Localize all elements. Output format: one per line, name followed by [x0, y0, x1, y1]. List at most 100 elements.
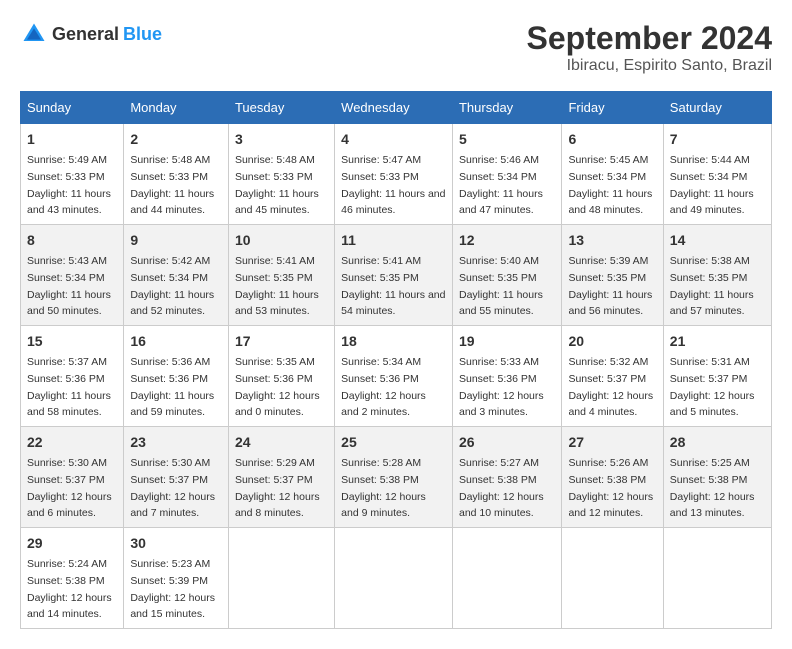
- month-title: September 2024: [527, 20, 772, 57]
- sunrise-text: Sunrise: 5:32 AM: [568, 356, 648, 368]
- calendar-cell: 23 Sunrise: 5:30 AM Sunset: 5:37 PM Dayl…: [124, 427, 229, 528]
- logo-blue: Blue: [123, 24, 162, 45]
- calendar-week-row: 1 Sunrise: 5:49 AM Sunset: 5:33 PM Dayli…: [21, 124, 772, 225]
- day-number: 30: [130, 533, 222, 554]
- day-number: 7: [670, 129, 765, 150]
- daylight-text: Daylight: 12 hours and 4 minutes.: [568, 390, 653, 419]
- sunrise-text: Sunrise: 5:38 AM: [670, 255, 750, 267]
- sunset-text: Sunset: 5:36 PM: [27, 373, 105, 385]
- sunrise-text: Sunrise: 5:43 AM: [27, 255, 107, 267]
- logo-general: General: [52, 24, 119, 45]
- calendar-cell: 5 Sunrise: 5:46 AM Sunset: 5:34 PM Dayli…: [452, 124, 561, 225]
- day-number: 15: [27, 331, 117, 352]
- daylight-text: Daylight: 11 hours and 52 minutes.: [130, 289, 214, 318]
- calendar-cell: 22 Sunrise: 5:30 AM Sunset: 5:37 PM Dayl…: [21, 427, 124, 528]
- day-number: 8: [27, 230, 117, 251]
- sunrise-text: Sunrise: 5:36 AM: [130, 356, 210, 368]
- sunrise-text: Sunrise: 5:30 AM: [130, 457, 210, 469]
- sunrise-text: Sunrise: 5:49 AM: [27, 154, 107, 166]
- sunset-text: Sunset: 5:33 PM: [27, 171, 105, 183]
- calendar-cell: 28 Sunrise: 5:25 AM Sunset: 5:38 PM Dayl…: [663, 427, 771, 528]
- sunset-text: Sunset: 5:35 PM: [341, 272, 419, 284]
- day-of-week-wednesday: Wednesday: [335, 92, 453, 124]
- sunrise-text: Sunrise: 5:24 AM: [27, 558, 107, 570]
- daylight-text: Daylight: 11 hours and 54 minutes.: [341, 289, 445, 318]
- day-number: 11: [341, 230, 446, 251]
- sunrise-text: Sunrise: 5:44 AM: [670, 154, 750, 166]
- calendar-week-row: 15 Sunrise: 5:37 AM Sunset: 5:36 PM Dayl…: [21, 326, 772, 427]
- sunrise-text: Sunrise: 5:31 AM: [670, 356, 750, 368]
- sunrise-text: Sunrise: 5:46 AM: [459, 154, 539, 166]
- sunrise-text: Sunrise: 5:29 AM: [235, 457, 315, 469]
- daylight-text: Daylight: 12 hours and 10 minutes.: [459, 491, 544, 520]
- calendar-cell: 24 Sunrise: 5:29 AM Sunset: 5:37 PM Dayl…: [228, 427, 334, 528]
- calendar-cell: 11 Sunrise: 5:41 AM Sunset: 5:35 PM Dayl…: [335, 225, 453, 326]
- sunset-text: Sunset: 5:34 PM: [130, 272, 208, 284]
- calendar-cell: [228, 528, 334, 629]
- day-number: 29: [27, 533, 117, 554]
- daylight-text: Daylight: 11 hours and 53 minutes.: [235, 289, 319, 318]
- sunrise-text: Sunrise: 5:30 AM: [27, 457, 107, 469]
- calendar-cell: 16 Sunrise: 5:36 AM Sunset: 5:36 PM Dayl…: [124, 326, 229, 427]
- sunrise-text: Sunrise: 5:33 AM: [459, 356, 539, 368]
- sunrise-text: Sunrise: 5:45 AM: [568, 154, 648, 166]
- calendar-cell: 9 Sunrise: 5:42 AM Sunset: 5:34 PM Dayli…: [124, 225, 229, 326]
- sunset-text: Sunset: 5:33 PM: [341, 171, 419, 183]
- page-header: GeneralBlue September 2024 Ibiracu, Espi…: [20, 20, 772, 75]
- calendar-cell: 26 Sunrise: 5:27 AM Sunset: 5:38 PM Dayl…: [452, 427, 561, 528]
- day-number: 1: [27, 129, 117, 150]
- day-number: 6: [568, 129, 656, 150]
- daylight-text: Daylight: 11 hours and 58 minutes.: [27, 390, 111, 419]
- calendar-cell: 8 Sunrise: 5:43 AM Sunset: 5:34 PM Dayli…: [21, 225, 124, 326]
- calendar-cell: 17 Sunrise: 5:35 AM Sunset: 5:36 PM Dayl…: [228, 326, 334, 427]
- day-number: 5: [459, 129, 555, 150]
- day-of-week-saturday: Saturday: [663, 92, 771, 124]
- sunset-text: Sunset: 5:35 PM: [670, 272, 748, 284]
- sunset-text: Sunset: 5:36 PM: [341, 373, 419, 385]
- calendar-cell: 30 Sunrise: 5:23 AM Sunset: 5:39 PM Dayl…: [124, 528, 229, 629]
- day-number: 13: [568, 230, 656, 251]
- sunset-text: Sunset: 5:38 PM: [459, 474, 537, 486]
- calendar-cell: 14 Sunrise: 5:38 AM Sunset: 5:35 PM Dayl…: [663, 225, 771, 326]
- calendar-cell: [663, 528, 771, 629]
- day-number: 28: [670, 432, 765, 453]
- calendar-header-row: SundayMondayTuesdayWednesdayThursdayFrid…: [21, 92, 772, 124]
- day-of-week-monday: Monday: [124, 92, 229, 124]
- location-title: Ibiracu, Espirito Santo, Brazil: [527, 57, 772, 75]
- calendar-cell: 2 Sunrise: 5:48 AM Sunset: 5:33 PM Dayli…: [124, 124, 229, 225]
- sunrise-text: Sunrise: 5:34 AM: [341, 356, 421, 368]
- calendar-cell: 13 Sunrise: 5:39 AM Sunset: 5:35 PM Dayl…: [562, 225, 663, 326]
- daylight-text: Daylight: 11 hours and 46 minutes.: [341, 188, 445, 217]
- daylight-text: Daylight: 11 hours and 44 minutes.: [130, 188, 214, 217]
- calendar-cell: 27 Sunrise: 5:26 AM Sunset: 5:38 PM Dayl…: [562, 427, 663, 528]
- sunset-text: Sunset: 5:33 PM: [235, 171, 313, 183]
- daylight-text: Daylight: 11 hours and 50 minutes.: [27, 289, 111, 318]
- calendar-cell: 7 Sunrise: 5:44 AM Sunset: 5:34 PM Dayli…: [663, 124, 771, 225]
- sunset-text: Sunset: 5:37 PM: [130, 474, 208, 486]
- sunset-text: Sunset: 5:37 PM: [27, 474, 105, 486]
- calendar-cell: 10 Sunrise: 5:41 AM Sunset: 5:35 PM Dayl…: [228, 225, 334, 326]
- daylight-text: Daylight: 12 hours and 7 minutes.: [130, 491, 215, 520]
- sunset-text: Sunset: 5:38 PM: [27, 575, 105, 587]
- daylight-text: Daylight: 12 hours and 15 minutes.: [130, 592, 215, 621]
- daylight-text: Daylight: 11 hours and 57 minutes.: [670, 289, 754, 318]
- calendar-cell: 6 Sunrise: 5:45 AM Sunset: 5:34 PM Dayli…: [562, 124, 663, 225]
- day-number: 14: [670, 230, 765, 251]
- calendar-cell: 18 Sunrise: 5:34 AM Sunset: 5:36 PM Dayl…: [335, 326, 453, 427]
- daylight-text: Daylight: 12 hours and 0 minutes.: [235, 390, 320, 419]
- sunset-text: Sunset: 5:38 PM: [670, 474, 748, 486]
- day-number: 24: [235, 432, 328, 453]
- calendar-cell: 29 Sunrise: 5:24 AM Sunset: 5:38 PM Dayl…: [21, 528, 124, 629]
- calendar-table: SundayMondayTuesdayWednesdayThursdayFrid…: [20, 91, 772, 629]
- daylight-text: Daylight: 12 hours and 9 minutes.: [341, 491, 426, 520]
- day-number: 20: [568, 331, 656, 352]
- sunset-text: Sunset: 5:36 PM: [235, 373, 313, 385]
- daylight-text: Daylight: 11 hours and 55 minutes.: [459, 289, 543, 318]
- daylight-text: Daylight: 11 hours and 48 minutes.: [568, 188, 652, 217]
- day-number: 18: [341, 331, 446, 352]
- sunset-text: Sunset: 5:39 PM: [130, 575, 208, 587]
- sunset-text: Sunset: 5:35 PM: [235, 272, 313, 284]
- calendar-cell: 25 Sunrise: 5:28 AM Sunset: 5:38 PM Dayl…: [335, 427, 453, 528]
- calendar-cell: [452, 528, 561, 629]
- daylight-text: Daylight: 12 hours and 6 minutes.: [27, 491, 112, 520]
